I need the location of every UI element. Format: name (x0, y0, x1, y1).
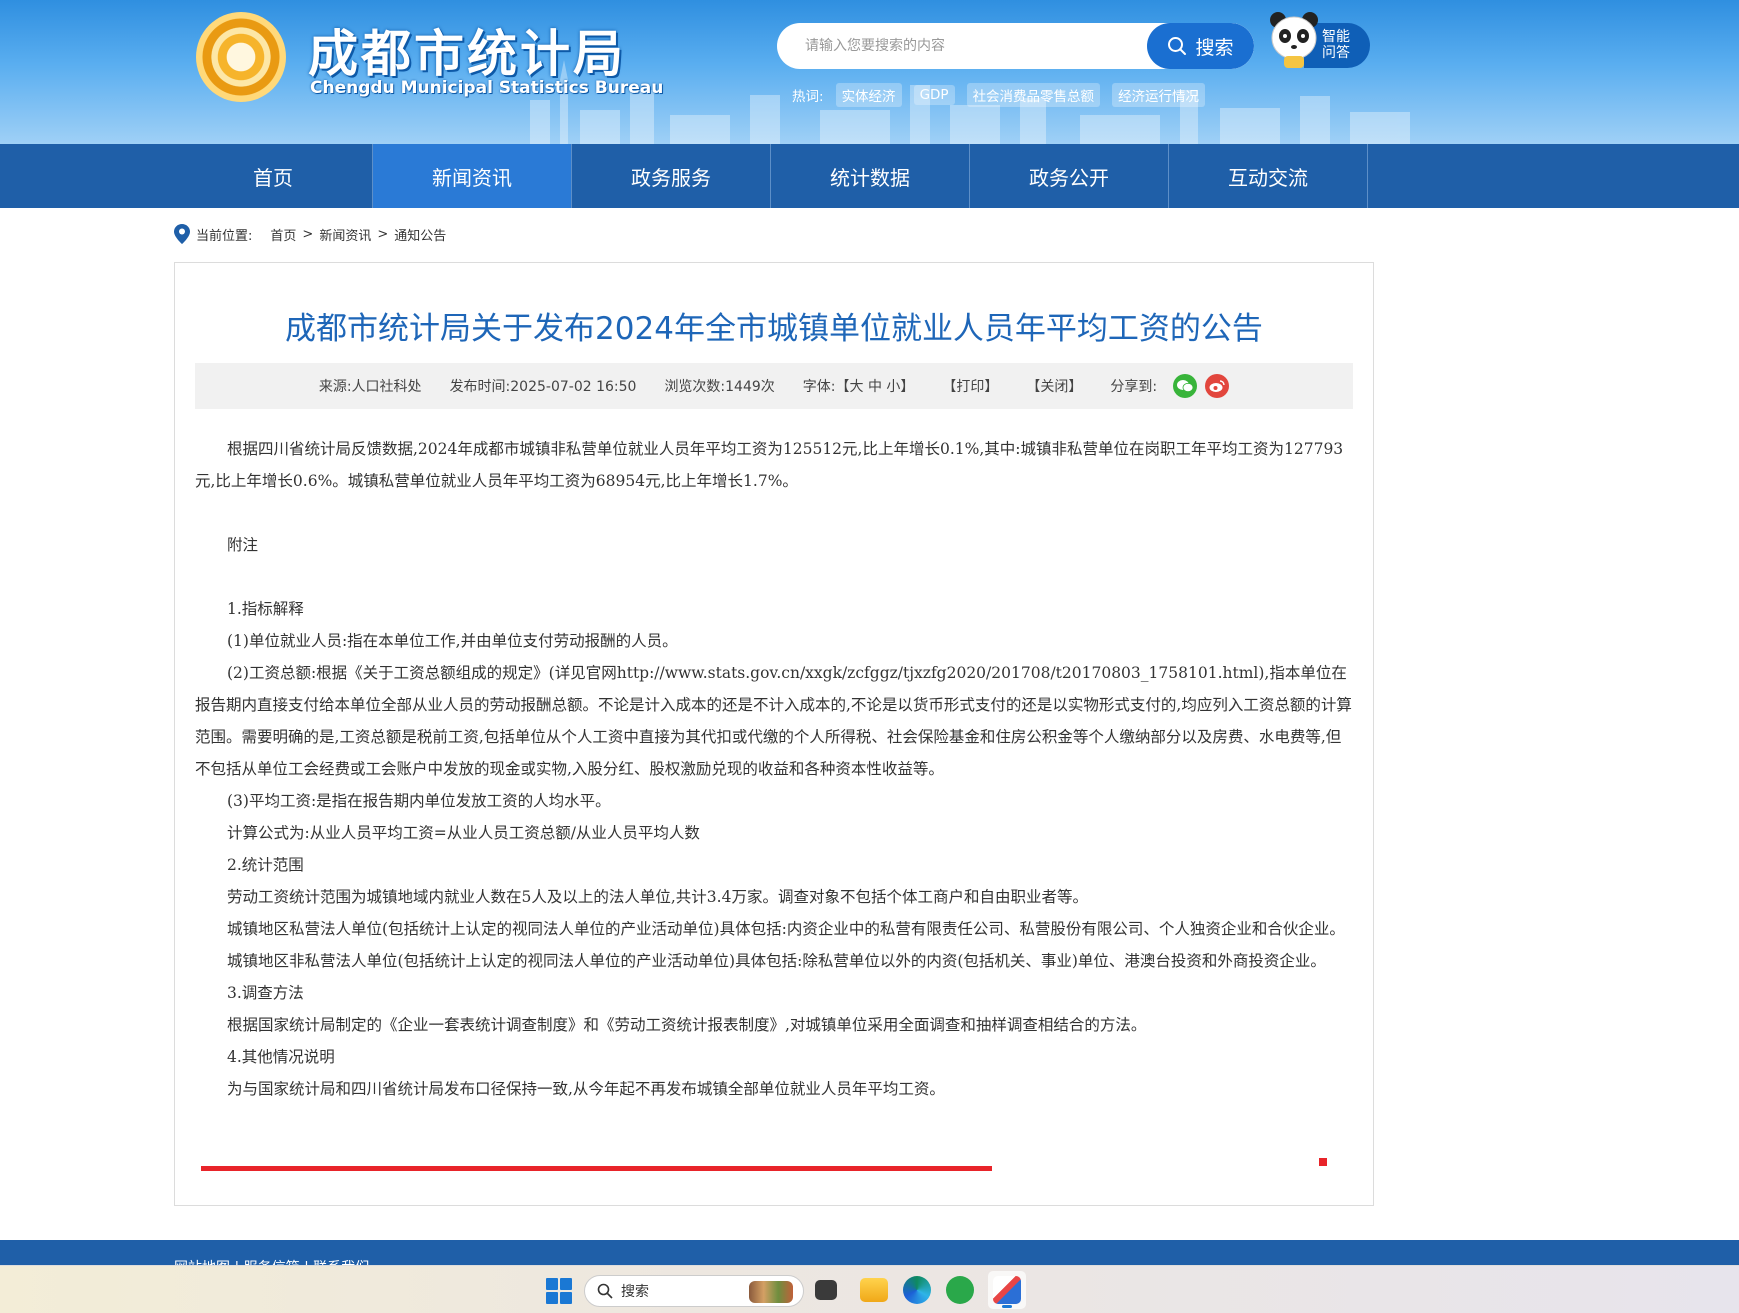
breadcrumb-notice[interactable]: 通知公告 (394, 225, 446, 244)
hot-tag[interactable]: 社会消费品零售总额 (966, 83, 1101, 107)
nav-item-gov-info[interactable]: 政务公开 (970, 144, 1169, 208)
paragraph: 计算公式为:从业人员平均工资=从业人员工资总额/从业人员平均人数 (227, 824, 700, 842)
meta-views: 浏览次数:1449次 (664, 379, 775, 395)
nav-item-news[interactable]: 新闻资讯 (373, 144, 572, 208)
site-footer: 网站地图 | 服务信箱 | 联系我们 (0, 1240, 1739, 1268)
breadcrumb-label: 当前位置: (196, 228, 253, 244)
paragraph: 2.统计范围 (227, 856, 304, 874)
hot-tag[interactable]: 实体经济 (835, 83, 902, 107)
paragraph: 3.调查方法 (227, 984, 304, 1002)
hot-keywords: 热词: 实体经济 GDP 社会消费品零售总额 经济运行情况 (792, 83, 1206, 107)
taskbar-search[interactable]: 搜索 (584, 1275, 804, 1307)
site-header: 成都市统计局 Chengdu Municipal Statistics Bure… (0, 0, 1739, 144)
wechat-share-icon[interactable] (1173, 374, 1198, 398)
meta-source: 来源:人口社科处 (318, 379, 422, 395)
red-underline-annotation (201, 1166, 992, 1171)
panda-mascot-icon[interactable] (1268, 10, 1320, 68)
nav-item-services[interactable]: 政务服务 (572, 144, 771, 208)
red-dot-annotation (1319, 1158, 1327, 1166)
hot-tag[interactable]: GDP (913, 85, 955, 105)
font-size-control[interactable]: 字体:【大 中 小】 (803, 376, 915, 396)
paragraph: 根据国家统计局制定的《企业一套表统计调查制度》和《劳动工资统计报表制度》,对城镇… (227, 1016, 1147, 1034)
paragraph: (2)工资总额:根据《关于工资总额组成的规定》(详见官网http://www.s… (195, 664, 1352, 778)
breadcrumb-news[interactable]: 新闻资讯 (319, 225, 371, 244)
article-body: 根据四川省统计局反馈数据,2024年成都市城镇非私营单位就业人员年平均工资为12… (195, 433, 1353, 1105)
paragraph: 城镇地区非私营法人单位(包括统计上认定的视同法人单位的产业活动单位)具体包括:除… (227, 952, 1326, 970)
ai-qa-label-1: 智能 (1322, 29, 1350, 45)
paragraph: 城镇地区私营法人单位(包括统计上认定的视同法人单位的产业活动单位)具体包括:内资… (227, 920, 1345, 938)
main-nav: 首页 新闻资讯 政务服务 统计数据 政务公开 互动交流 (0, 144, 1739, 208)
close-button[interactable]: 【关闭】 (1026, 376, 1082, 396)
location-pin-icon (174, 224, 190, 244)
breadcrumb-home[interactable]: 首页 (270, 225, 296, 244)
breadcrumb-sep: > (302, 226, 314, 242)
task-view-icon[interactable] (815, 1280, 837, 1300)
search-icon (597, 1283, 613, 1299)
hot-tag[interactable]: 经济运行情况 (1112, 83, 1206, 107)
search-highlight-image (749, 1281, 793, 1303)
share-label: 分享到: (1110, 379, 1158, 395)
search-button[interactable]: 搜索 (1147, 23, 1254, 69)
meta-published: 发布时间:2025-07-02 16:50 (449, 379, 637, 395)
search-input[interactable] (777, 23, 1157, 69)
ie-green-browser-icon[interactable] (946, 1276, 974, 1304)
paragraph: (3)平均工资:是指在报告期内单位发放工资的人均水平。 (227, 792, 611, 810)
taskbar-search-label: 搜索 (621, 1284, 649, 1300)
breadcrumb: 当前位置: 首页 > 新闻资讯 > 通知公告 (174, 224, 446, 244)
paragraph: 1.指标解释 (227, 600, 304, 618)
os-taskbar: 搜索 (0, 1265, 1739, 1313)
nav-item-data[interactable]: 统计数据 (771, 144, 970, 208)
edge-browser-icon[interactable] (903, 1276, 931, 1304)
file-explorer-icon[interactable] (860, 1278, 888, 1302)
article-box: 成都市统计局关于发布2024年全市城镇单位就业人员年平均工资的公告 来源:人口社… (174, 262, 1374, 1206)
search-bar: 搜索 (777, 23, 1254, 69)
article-meta-bar: 来源:人口社科处 发布时间:2025-07-02 16:50 浏览次数:1449… (195, 363, 1353, 409)
logo-title-cn[interactable]: 成都市统计局 (308, 14, 626, 86)
weibo-share-icon[interactable] (1205, 374, 1230, 398)
paragraph: 4.其他情况说明 (227, 1048, 335, 1066)
search-button-label: 搜索 (1195, 36, 1234, 59)
print-button[interactable]: 【打印】 (942, 376, 998, 396)
nav-item-interaction[interactable]: 互动交流 (1169, 144, 1368, 208)
ai-qa-label-2: 问答 (1322, 45, 1350, 61)
paragraph: 劳动工资统计范围为城镇地域内就业人数在5人及以上的法人单位,共计3.4万家。调查… (227, 888, 1088, 906)
paragraph: (1)单位就业人员:指在本单位工作,并由单位支付劳动报酬的人员。 (227, 632, 678, 650)
nav-item-home[interactable]: 首页 (174, 144, 373, 208)
search-icon (1168, 37, 1187, 55)
windows-start-icon[interactable] (546, 1278, 572, 1304)
article-title: 成都市统计局关于发布2024年全市城镇单位就业人员年平均工资的公告 (285, 311, 1263, 347)
hot-keywords-label: 热词: (792, 89, 824, 105)
bureau-logo-emblem[interactable] (196, 12, 286, 102)
paragraph: 为与国家统计局和四川省统计局发布口径保持一致,从今年起不再发布城镇全部单位就业人… (227, 1080, 945, 1098)
breadcrumb-sep: > (377, 226, 389, 242)
app-icon[interactable] (993, 1276, 1021, 1304)
logo-title-en[interactable]: Chengdu Municipal Statistics Bureau (310, 78, 663, 98)
paragraph: 根据四川省统计局反馈数据,2024年成都市城镇非私营单位就业人员年平均工资为12… (195, 440, 1344, 490)
paragraph: 附注 (227, 536, 259, 554)
